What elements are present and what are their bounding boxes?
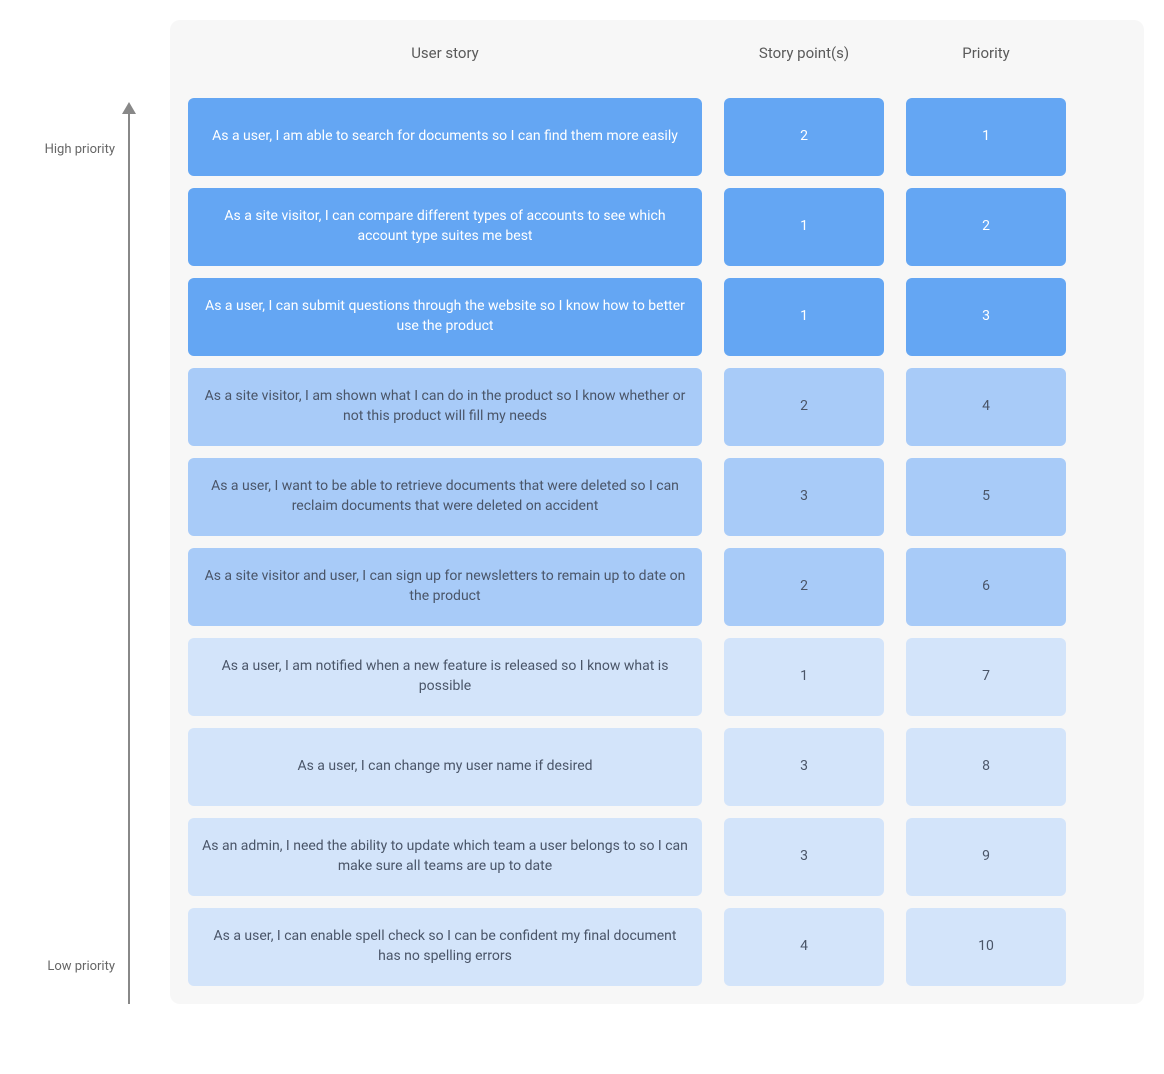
axis-label-low: Low priority bbox=[47, 959, 115, 974]
user-story-cell: As an admin, I need the ability to updat… bbox=[188, 818, 702, 896]
user-story-cell: As a user, I am able to search for docum… bbox=[188, 98, 702, 176]
axis-label-high: High priority bbox=[45, 142, 115, 157]
user-story-cell: As a user, I am notified when a new feat… bbox=[188, 638, 702, 716]
header-priority: Priority bbox=[906, 38, 1066, 68]
user-story-cell: As a site visitor and user, I can sign u… bbox=[188, 548, 702, 626]
table-row: As a user, I want to be able to retrieve… bbox=[188, 458, 1126, 536]
priority-axis: High priority Low priority bbox=[20, 20, 170, 1004]
user-story-cell: As a user, I want to be able to retrieve… bbox=[188, 458, 702, 536]
story-points-cell: 2 bbox=[724, 98, 884, 176]
story-points-cell: 3 bbox=[724, 458, 884, 536]
table-row: As a user, I can submit questions throug… bbox=[188, 278, 1126, 356]
user-story-cell: As a user, I can change my user name if … bbox=[188, 728, 702, 806]
table-row: As a user, I am notified when a new feat… bbox=[188, 638, 1126, 716]
priority-cell: 1 bbox=[906, 98, 1066, 176]
priority-cell: 6 bbox=[906, 548, 1066, 626]
table-row: As a user, I am able to search for docum… bbox=[188, 98, 1126, 176]
backlog-diagram: High priority Low priority User story St… bbox=[20, 20, 1144, 1004]
user-story-cell: As a user, I can enable spell check so I… bbox=[188, 908, 702, 986]
header-row: User story Story point(s) Priority bbox=[188, 38, 1126, 68]
priority-cell: 2 bbox=[906, 188, 1066, 266]
story-points-cell: 1 bbox=[724, 278, 884, 356]
table-row: As a site visitor and user, I can sign u… bbox=[188, 548, 1126, 626]
user-story-cell: As a site visitor, I can compare differe… bbox=[188, 188, 702, 266]
header-user-story: User story bbox=[188, 38, 702, 68]
table-row: As a site visitor, I can compare differe… bbox=[188, 188, 1126, 266]
backlog-table: User story Story point(s) Priority As a … bbox=[170, 20, 1144, 1004]
rows-container: As a user, I am able to search for docum… bbox=[188, 98, 1126, 986]
priority-cell: 8 bbox=[906, 728, 1066, 806]
header-story-points: Story point(s) bbox=[724, 38, 884, 68]
story-points-cell: 2 bbox=[724, 368, 884, 446]
table-row: As a user, I can enable spell check so I… bbox=[188, 908, 1126, 986]
priority-cell: 3 bbox=[906, 278, 1066, 356]
priority-cell: 9 bbox=[906, 818, 1066, 896]
story-points-cell: 2 bbox=[724, 548, 884, 626]
user-story-cell: As a user, I can submit questions throug… bbox=[188, 278, 702, 356]
table-row: As a site visitor, I am shown what I can… bbox=[188, 368, 1126, 446]
priority-cell: 4 bbox=[906, 368, 1066, 446]
priority-cell: 5 bbox=[906, 458, 1066, 536]
story-points-cell: 1 bbox=[724, 188, 884, 266]
story-points-cell: 1 bbox=[724, 638, 884, 716]
story-points-cell: 3 bbox=[724, 728, 884, 806]
table-row: As an admin, I need the ability to updat… bbox=[188, 818, 1126, 896]
story-points-cell: 3 bbox=[724, 818, 884, 896]
user-story-cell: As a site visitor, I am shown what I can… bbox=[188, 368, 702, 446]
story-points-cell: 4 bbox=[724, 908, 884, 986]
table-row: As a user, I can change my user name if … bbox=[188, 728, 1126, 806]
priority-cell: 10 bbox=[906, 908, 1066, 986]
axis-line bbox=[128, 110, 130, 1004]
priority-cell: 7 bbox=[906, 638, 1066, 716]
